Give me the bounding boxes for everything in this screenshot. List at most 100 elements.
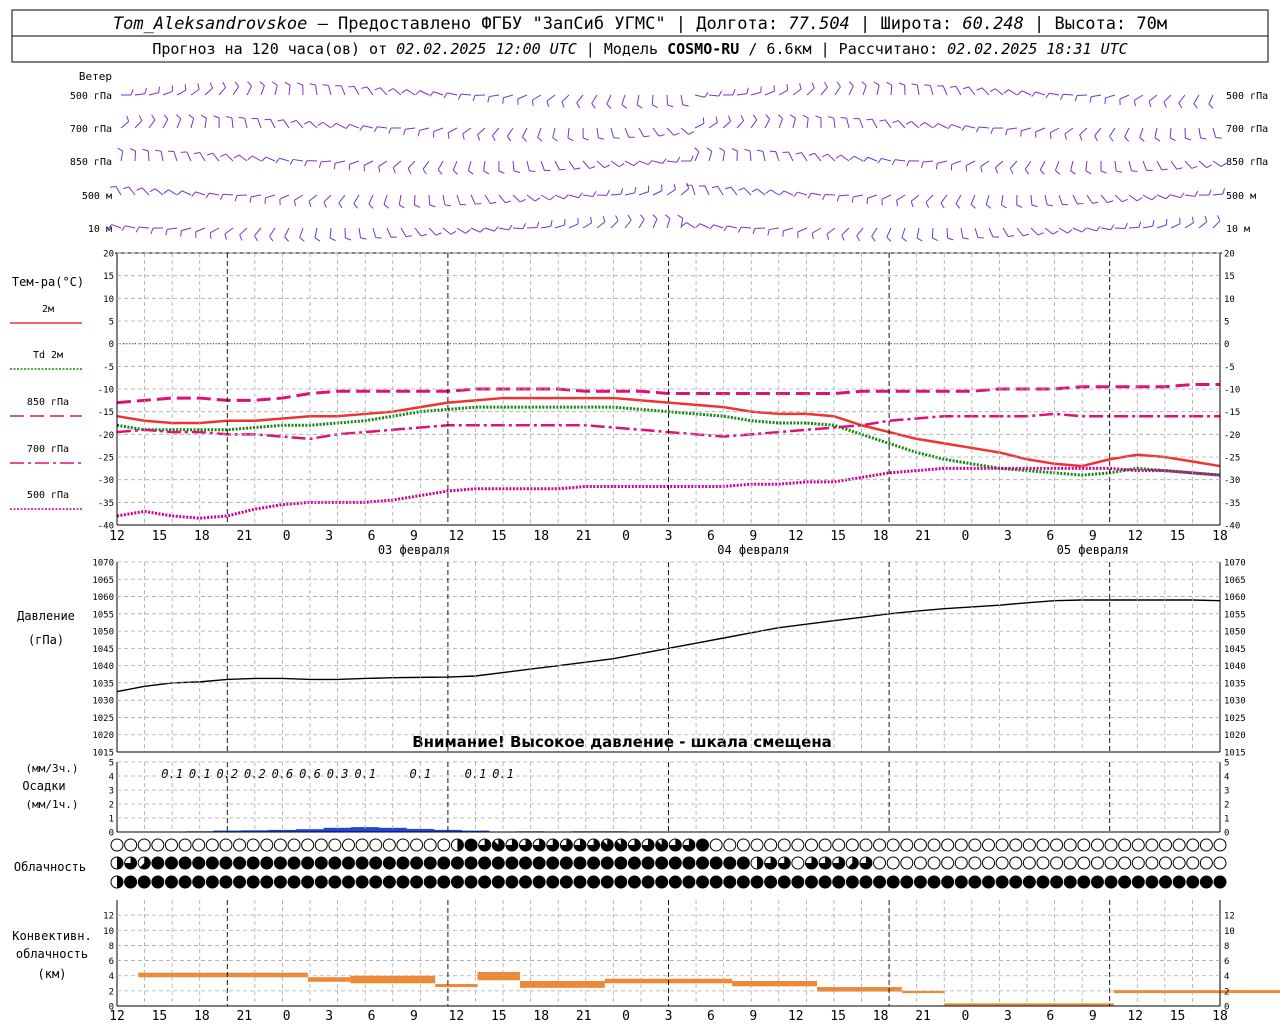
cloud-symbol — [804, 875, 818, 889]
cloud-symbol — [478, 875, 492, 889]
cloud-circle — [600, 875, 614, 889]
top-hour-label: 3 — [325, 529, 333, 544]
cloud-circle — [301, 838, 315, 852]
cloud-circle — [696, 856, 710, 870]
cloud-circle — [151, 875, 165, 889]
cloud-symbol — [1090, 856, 1104, 870]
cloud-symbol — [941, 875, 955, 889]
top-hour-label: 15 — [830, 529, 846, 544]
cloud-symbol — [1118, 875, 1132, 889]
bottom-hour-label: 21 — [236, 1009, 252, 1024]
wind-level-label: 500 гПа — [70, 91, 112, 102]
cloud-circle — [927, 838, 941, 852]
cloud-circle — [464, 856, 478, 870]
cloud-symbol — [764, 856, 778, 870]
bottom-hour-label: 18 — [194, 1009, 210, 1024]
cloud-circle — [382, 856, 396, 870]
cloud-symbol — [233, 856, 247, 870]
cloud-symbol — [818, 875, 832, 889]
cloud-symbol — [927, 875, 941, 889]
cloud-circle — [873, 875, 887, 889]
meteogram: Tom_Aleksandrovskoe — Предоставлено ФГБУ… — [0, 0, 1280, 1024]
cloud-symbol — [1186, 838, 1200, 852]
cloud-cover-title: Облачность — [14, 860, 86, 874]
cloud-circle — [423, 856, 437, 870]
cloud-circle — [341, 838, 355, 852]
cloud-circle — [777, 838, 791, 852]
cloud-symbol — [641, 838, 655, 852]
cloud-symbol — [982, 856, 996, 870]
cloud-symbol — [1104, 838, 1118, 852]
cloud-circle — [246, 856, 260, 870]
cloud-symbol — [873, 875, 887, 889]
bottom-hour-label: 3 — [1004, 1009, 1012, 1024]
cloud-circle — [124, 875, 138, 889]
cloud-circle — [791, 838, 805, 852]
cloud-symbol — [273, 856, 287, 870]
cloud-circle — [151, 838, 165, 852]
cloud-circle — [301, 875, 315, 889]
cloud-circle — [532, 856, 546, 870]
cloud-circle — [1199, 856, 1213, 870]
cloud-symbol — [1159, 875, 1173, 889]
top-hour-label: 15 — [1170, 529, 1186, 544]
cloud-circle — [246, 875, 260, 889]
cloud-symbol — [655, 856, 669, 870]
cloud-symbol — [369, 875, 383, 889]
temp-ytick-left: 15 — [103, 272, 114, 282]
cloud-circle — [301, 856, 315, 870]
cloud-symbol — [137, 875, 151, 889]
top-hour-label: 9 — [410, 529, 418, 544]
cloud-circle — [982, 856, 996, 870]
cloud-symbol — [750, 875, 764, 889]
top-hour-label: 0 — [283, 529, 291, 544]
cloud-symbol — [396, 875, 410, 889]
cloud-symbol — [818, 856, 832, 870]
cloud-symbol — [151, 875, 165, 889]
cloud-circle — [437, 875, 451, 889]
cloud-circle — [450, 856, 464, 870]
cloud-symbol — [532, 875, 546, 889]
temp-ytick-right: 15 — [1224, 272, 1235, 282]
cloud-circle — [750, 838, 764, 852]
cloud-symbol — [192, 875, 206, 889]
wind-title: Ветер — [79, 70, 112, 83]
cloud-circle — [328, 856, 342, 870]
cloud-symbol — [927, 856, 941, 870]
cloud-symbol — [478, 856, 492, 870]
cloud-symbol — [410, 856, 424, 870]
cloud-symbol — [1172, 856, 1186, 870]
cloud-symbol — [927, 838, 941, 852]
temp-ytick-right: -35 — [1224, 499, 1240, 509]
pressure-ytick-right: 1050 — [1224, 628, 1246, 638]
cloud-circle — [913, 838, 927, 852]
cloud-symbol — [723, 838, 737, 852]
wind-level-label-right: 700 гПа — [1226, 124, 1268, 135]
cloud-symbol — [301, 838, 315, 852]
cloud-symbol — [791, 875, 805, 889]
cloud-symbol — [1213, 856, 1227, 870]
top-hour-label: 6 — [707, 529, 715, 544]
cloud-symbol — [668, 875, 682, 889]
temp-ytick-left: 10 — [103, 295, 114, 305]
cloud-circle — [1159, 838, 1173, 852]
cloud-symbol — [696, 838, 710, 852]
cloud-circle — [1213, 856, 1227, 870]
convective-ytick-right: 4 — [1224, 972, 1229, 982]
cloud-symbol — [178, 838, 192, 852]
wind-level-label-right: 500 м — [1226, 191, 1256, 202]
temp-ytick-right: -25 — [1224, 454, 1240, 464]
cloud-symbol — [1172, 838, 1186, 852]
cloud-symbol — [573, 856, 587, 870]
pressure-ytick-left: 1020 — [92, 731, 114, 741]
wind-barb-shaft — [428, 194, 431, 206]
cloud-circle — [1186, 856, 1200, 870]
cloud-symbol — [736, 875, 750, 889]
cloud-symbol — [219, 875, 233, 889]
cloud-symbol — [192, 838, 206, 852]
cloud-circle — [1090, 875, 1104, 889]
temp-ytick-right: -10 — [1224, 386, 1240, 396]
pressure-ytick-right: 1060 — [1224, 593, 1246, 603]
cloud-symbol — [900, 838, 914, 852]
cloud-circle — [587, 875, 601, 889]
